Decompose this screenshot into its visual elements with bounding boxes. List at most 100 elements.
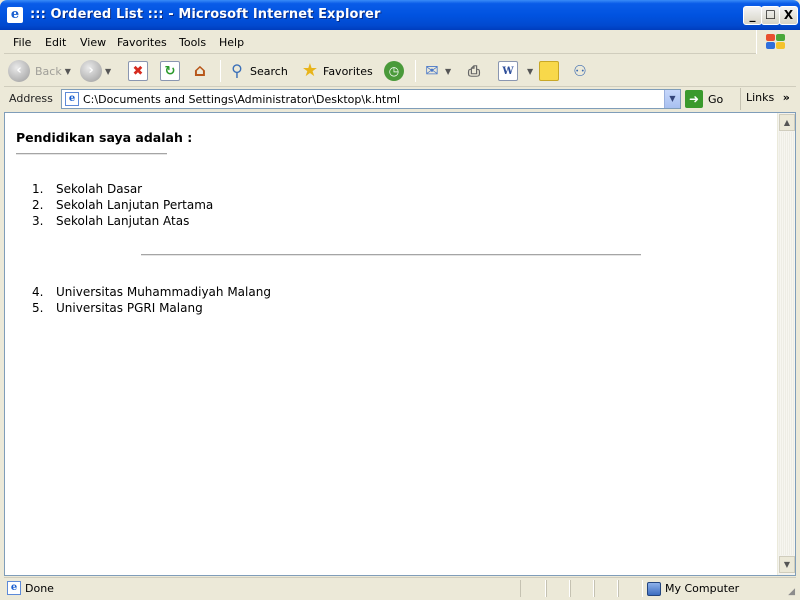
messenger-icon: ⚇: [573, 62, 587, 80]
mail-icon: ✉: [425, 61, 439, 80]
menu-file[interactable]: File: [13, 36, 31, 49]
status-cell: [546, 580, 570, 597]
favorites-label: Favorites: [323, 64, 373, 78]
search-label: Search: [250, 64, 288, 78]
refresh-icon: ↻: [160, 61, 180, 81]
status-bar: e Done My Computer ◢: [4, 577, 796, 598]
scroll-down-icon[interactable]: ▼: [779, 556, 795, 573]
address-bar: Address e C:\Documents and Settings\Admi…: [4, 88, 796, 110]
ie-app-icon[interactable]: e: [7, 7, 23, 23]
scroll-track[interactable]: [779, 132, 795, 555]
list-item: 1. Sekolah Dasar: [5, 181, 505, 197]
my-computer-icon: [647, 581, 661, 596]
scroll-up-icon[interactable]: ▲: [779, 114, 795, 131]
list-item-text: Sekolah Lanjutan Atas: [56, 214, 190, 228]
list-item: 2. Sekolah Lanjutan Pertama: [5, 197, 505, 213]
list-item-text: Sekolah Dasar: [56, 182, 143, 196]
go-arrow-icon: ➜: [685, 90, 703, 108]
status-cell: [594, 580, 618, 597]
menu-view[interactable]: View: [80, 36, 106, 49]
page-icon: e: [65, 92, 79, 106]
maximize-button[interactable]: ☐: [761, 6, 780, 25]
list-item-number: 1.: [32, 182, 44, 196]
standard-toolbar: ‹ Back ▼ › ▼ ✖ ↻ ⌂ ⚲ Search ★ Favorites …: [4, 55, 796, 87]
favorites-icon: ★: [301, 60, 319, 81]
list-item: 4. Universitas Muhammadiyah Malang: [5, 284, 505, 300]
toolbar-separator: [415, 60, 416, 82]
status-cell: [570, 580, 594, 597]
edit-button[interactable]: W ▼: [498, 59, 533, 83]
status-cell: [520, 580, 546, 597]
page-heading: Pendidikan saya adalah :: [16, 130, 193, 145]
security-zone[interactable]: My Computer: [647, 580, 739, 597]
back-dropdown-icon[interactable]: ▼: [65, 67, 71, 76]
edit-icon: W: [498, 61, 518, 81]
messenger-button[interactable]: ⚇: [570, 59, 590, 83]
go-label: Go: [708, 92, 724, 106]
page-status-icon: e: [7, 581, 21, 595]
back-label: Back: [35, 64, 62, 78]
address-dropdown-icon[interactable]: ▼: [664, 90, 680, 108]
list-item-number: 5.: [32, 301, 44, 315]
list-item-text: Sekolah Lanjutan Pertama: [56, 198, 214, 212]
menu-bar: File Edit View Favorites Tools Help: [4, 30, 796, 54]
vertical-scrollbar[interactable]: ▲ ▼: [777, 113, 795, 575]
edit-dropdown-icon[interactable]: ▼: [527, 67, 533, 76]
home-icon: ⌂: [193, 61, 207, 81]
education-list-primary: 1. Sekolah Dasar 2. Sekolah Lanjutan Per…: [5, 181, 505, 229]
address-label: Address: [9, 92, 53, 105]
forward-dropdown-icon[interactable]: ▼: [105, 67, 111, 76]
links-button[interactable]: Links »: [740, 88, 790, 110]
title-bar[interactable]: e ::: Ordered List ::: - Microsoft Inter…: [0, 0, 800, 30]
resize-grip-icon[interactable]: ◢: [788, 587, 795, 597]
go-button[interactable]: ➜ Go: [685, 90, 723, 108]
list-item-number: 4.: [32, 285, 44, 299]
history-button[interactable]: ◷: [384, 59, 404, 83]
list-item-number: 2.: [32, 198, 44, 212]
heading-divider: [16, 153, 167, 155]
toolbar-separator: [220, 60, 221, 82]
close-button[interactable]: X: [779, 6, 798, 25]
list-item: 5. Universitas PGRI Malang: [5, 300, 505, 316]
back-button[interactable]: ‹ Back ▼: [8, 59, 71, 83]
page-viewport: Pendidikan saya adalah : 1. Sekolah Dasa…: [4, 112, 796, 576]
discuss-button[interactable]: [539, 59, 559, 83]
links-label: Links: [746, 91, 775, 104]
history-icon: ◷: [384, 61, 404, 81]
list-divider: [141, 254, 641, 256]
menu-tools[interactable]: Tools: [179, 36, 206, 49]
windows-flag-icon: [766, 34, 786, 50]
home-button[interactable]: ⌂: [190, 59, 210, 83]
forward-button[interactable]: › ▼: [80, 59, 111, 83]
mail-dropdown-icon[interactable]: ▼: [445, 67, 451, 76]
discuss-icon: [539, 61, 559, 81]
search-button[interactable]: ⚲ Search: [227, 59, 288, 83]
back-icon: ‹: [8, 60, 30, 82]
minimize-button[interactable]: _: [743, 6, 762, 25]
menu-help[interactable]: Help: [219, 36, 244, 49]
print-icon: ⎙: [467, 62, 480, 80]
address-url[interactable]: C:\Documents and Settings\Administrator\…: [83, 93, 400, 106]
list-item-text: Universitas PGRI Malang: [56, 301, 203, 315]
print-button[interactable]: ⎙: [464, 59, 484, 83]
window-title: ::: Ordered List ::: - Microsoft Interne…: [30, 7, 381, 22]
education-list-university: 4. Universitas Muhammadiyah Malang 5. Un…: [5, 284, 505, 316]
status-cell: [618, 580, 643, 597]
favorites-button[interactable]: ★ Favorites: [300, 59, 373, 83]
windows-logo: [756, 30, 796, 54]
list-item: 3. Sekolah Lanjutan Atas: [5, 213, 505, 229]
status-text: Done: [25, 582, 54, 595]
menu-favorites[interactable]: Favorites: [117, 36, 167, 49]
address-field[interactable]: e C:\Documents and Settings\Administrato…: [61, 89, 681, 109]
search-icon: ⚲: [231, 61, 243, 80]
list-item-number: 3.: [32, 214, 44, 228]
zone-label: My Computer: [665, 582, 740, 595]
links-chevron-icon: »: [782, 91, 790, 104]
mail-button[interactable]: ✉ ▼: [422, 59, 451, 83]
stop-button[interactable]: ✖: [128, 59, 148, 83]
list-item-text: Universitas Muhammadiyah Malang: [56, 285, 271, 299]
menu-edit[interactable]: Edit: [45, 36, 66, 49]
stop-icon: ✖: [128, 61, 148, 81]
page-content: Pendidikan saya adalah : 1. Sekolah Dasa…: [5, 113, 777, 575]
refresh-button[interactable]: ↻: [160, 59, 180, 83]
